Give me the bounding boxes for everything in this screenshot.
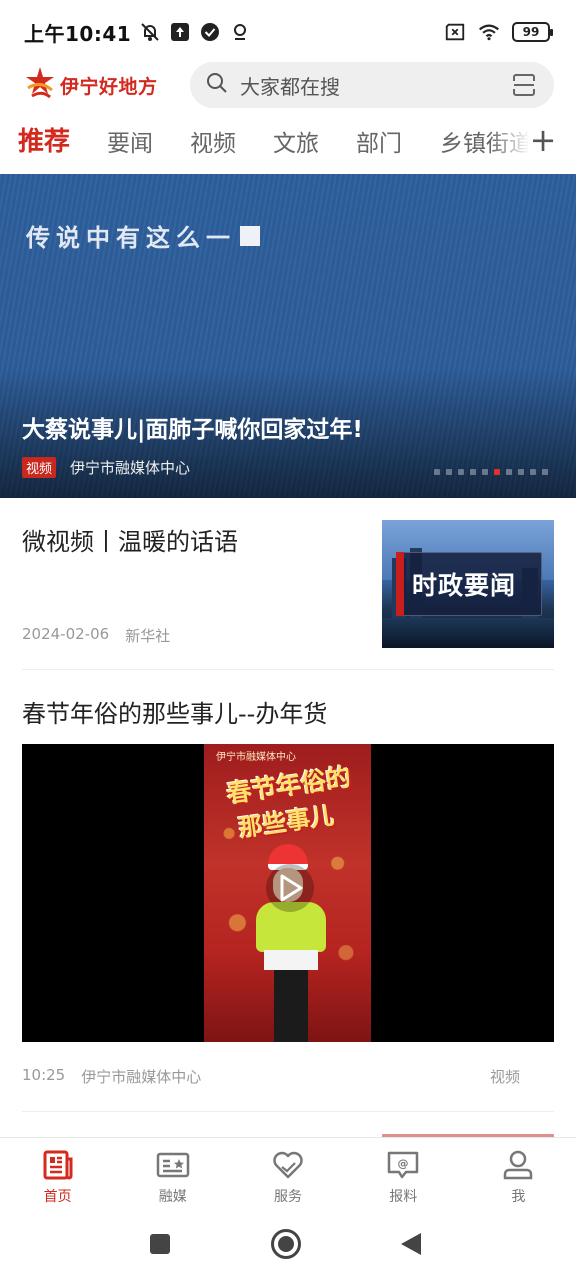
tab-video[interactable]: 视频: [190, 124, 236, 158]
article-title[interactable]: 微视频丨温暖的话语: [22, 522, 238, 557]
back-button[interactable]: [401, 1233, 421, 1255]
carousel-dot[interactable]: [530, 469, 536, 475]
banner-source: 伊宁市融媒体中心: [70, 459, 191, 477]
home-button[interactable]: [271, 1229, 301, 1259]
nav-label: 报料: [389, 1189, 418, 1205]
carousel-dot[interactable]: [518, 469, 524, 475]
video-player[interactable]: 伊宁市融媒体中心 春节年俗的 那些事儿: [22, 744, 554, 1042]
carousel-dot[interactable]: [494, 469, 500, 475]
location-icon: [229, 21, 251, 43]
article-card[interactable]: 微视频丨温暖的话语 2024-02-06 新华社 时政要闻: [22, 498, 554, 670]
media-card-icon: [156, 1148, 190, 1182]
tab-headlines[interactable]: 要闻: [107, 124, 153, 158]
status-bar: 上午10:41 99: [0, 0, 576, 64]
carousel-dot[interactable]: [446, 469, 452, 475]
bottom-nav: 首页 融媒 服务 @ 报料 我: [0, 1137, 576, 1211]
carousel-dot[interactable]: [458, 469, 464, 475]
logo-text: 伊宁好地方: [60, 75, 158, 98]
carousel-dot[interactable]: [506, 469, 512, 475]
nav-label: 融媒: [158, 1189, 187, 1205]
news-icon: [41, 1148, 75, 1182]
carousel-dot[interactable]: [542, 469, 548, 475]
article-source: 新华社: [125, 627, 171, 645]
tab-recommend[interactable]: 推荐: [18, 121, 70, 158]
category-tabs: 推荐 要闻 视频 文旅 部门 乡镇街道 +: [0, 118, 576, 168]
check-circle-icon: [199, 21, 221, 43]
home-button-inner: [278, 1236, 294, 1252]
mute-bell-icon: [139, 21, 161, 43]
carousel-dot[interactable]: [434, 469, 440, 475]
thumb-red-bar: [396, 552, 404, 616]
search-bar[interactable]: 大家都在搜: [190, 62, 554, 108]
article-meta: 2024-02-06 新华社: [22, 625, 170, 646]
recents-button[interactable]: [150, 1234, 170, 1254]
cursor-block: [240, 225, 260, 246]
article-category: 视频: [489, 1068, 520, 1086]
wifi-icon: [478, 21, 500, 43]
nav-label: 首页: [43, 1189, 72, 1205]
banner-overlay-caption: 传说中有这么一: [26, 224, 236, 252]
carousel-dot[interactable]: [470, 469, 476, 475]
status-left: 上午10:41: [24, 18, 251, 47]
report-chat-icon: @: [386, 1148, 420, 1182]
clock: 上午10:41: [24, 21, 132, 46]
tab-departments[interactable]: 部门: [356, 124, 402, 158]
thumb-text: 时政要闻: [412, 571, 517, 600]
article-meta: 10:25 伊宁市融媒体中心: [22, 1066, 201, 1087]
carousel-dots: [434, 469, 548, 475]
article-source: 伊宁市融媒体中心: [81, 1068, 202, 1086]
svg-text:@: @: [398, 1157, 409, 1170]
nav-services[interactable]: 服务: [230, 1138, 345, 1211]
banner-meta: 视频 伊宁市融媒体中心: [22, 457, 190, 478]
upload-icon: [169, 21, 191, 43]
nav-home[interactable]: 首页: [0, 1138, 115, 1211]
banner-carousel[interactable]: 传说中有这么一 大蔡说事儿|面肺子喊你回家过年! 视频 伊宁市融媒体中心: [0, 174, 576, 498]
logo-mark-icon: [24, 66, 56, 104]
search-icon: [206, 72, 228, 98]
heart-hands-icon: [271, 1148, 305, 1182]
nav-label: 服务: [274, 1189, 302, 1205]
app-logo[interactable]: 伊宁好地方: [24, 66, 158, 104]
video-article-card[interactable]: 春节年俗的那些事儿--办年货 伊宁市融媒体中心 春节年俗的 那些事儿 10:25…: [22, 670, 554, 1112]
person-skirt: [264, 950, 318, 970]
battery-icon: 99: [512, 22, 553, 42]
nav-report[interactable]: @ 报料: [346, 1138, 461, 1211]
scan-icon[interactable]: [512, 73, 536, 97]
article-title[interactable]: 春节年俗的那些事儿--办年货: [22, 694, 327, 729]
play-button[interactable]: [266, 864, 314, 912]
video-tag: 视频: [22, 457, 57, 478]
tab-culture-tourism[interactable]: 文旅: [273, 124, 319, 158]
person-legs: [274, 970, 308, 1042]
status-right: 99: [444, 21, 553, 43]
tab-fade: [490, 118, 530, 164]
article-thumbnail[interactable]: 时政要闻: [382, 520, 554, 648]
carousel-dot[interactable]: [482, 469, 488, 475]
sim-x-icon: [444, 21, 466, 43]
nav-me[interactable]: 我: [461, 1138, 576, 1211]
system-nav-bar: [0, 1211, 576, 1280]
app-header: 伊宁好地方 大家都在搜: [0, 60, 576, 110]
play-icon: [280, 874, 303, 902]
user-icon: [501, 1148, 535, 1182]
banner-title[interactable]: 大蔡说事儿|面肺子喊你回家过年!: [22, 410, 363, 444]
nav-media[interactable]: 融媒: [115, 1138, 230, 1211]
thumb-water: [382, 618, 554, 648]
banner-overlay-text: 传说中有这么一: [26, 218, 260, 253]
add-tab-button[interactable]: +: [528, 118, 558, 162]
video-duration: 10:25: [22, 1066, 66, 1084]
video-header-text: 伊宁市融媒体中心: [216, 752, 296, 763]
search-placeholder: 大家都在搜: [240, 74, 340, 99]
article-date: 2024-02-06: [22, 625, 110, 643]
nav-label: 我: [511, 1189, 526, 1205]
